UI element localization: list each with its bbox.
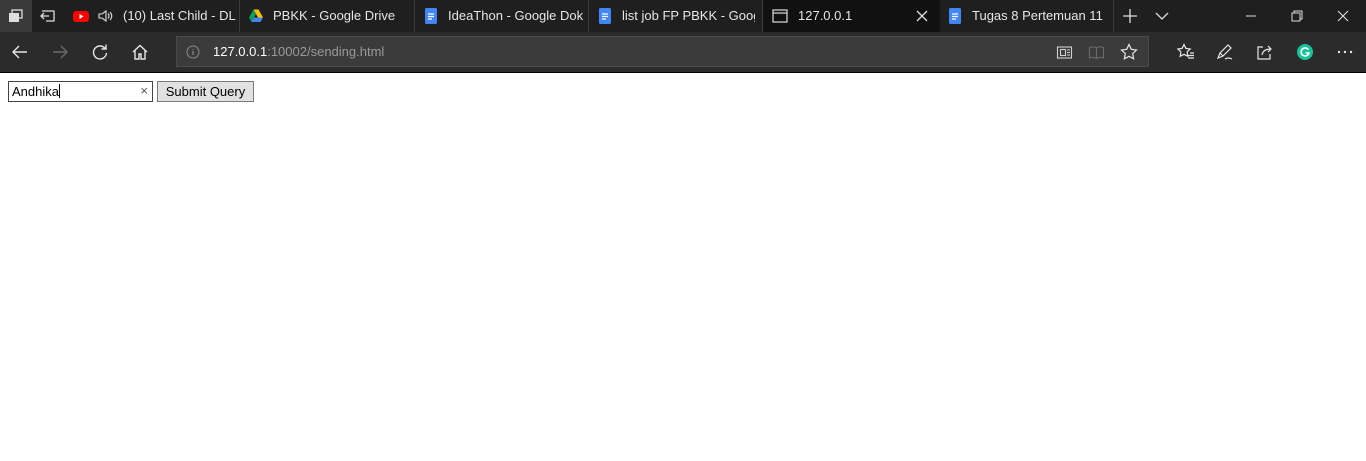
tabs-stack-icon [9,9,23,22]
grammarly-extension-button[interactable] [1289,36,1321,68]
google-docs-icon [425,8,437,24]
tab-strip: (10) Last Child - DL PBKK - Google Drive… [0,0,1366,32]
new-tab-button[interactable] [1114,0,1146,32]
favorite-star-icon[interactable] [1120,43,1138,61]
url-host: 127.0.0.1 [213,44,268,59]
close-window-button[interactable] [1320,0,1366,32]
tab-ideathon[interactable]: IdeaThon - Google Dok [415,0,589,32]
tab-title: PBKK - Google Drive [273,8,396,23]
tab-title: list job FP PBKK - Goog [622,8,755,23]
pen-icon [1216,44,1233,60]
forward-button[interactable] [44,36,76,68]
restore-button[interactable] [1274,0,1320,32]
close-icon [1337,10,1349,22]
favorites-button[interactable] [1170,36,1202,68]
web-notes-button[interactable] [1209,36,1241,68]
home-button[interactable] [124,36,156,68]
google-docs-icon [949,8,961,24]
home-icon [132,44,148,60]
navigation-toolbar: 127.0.0.1:10002/sending.html [0,32,1366,72]
chevron-down-icon [1155,12,1169,20]
tab-title: IdeaThon - Google Dok [448,8,584,23]
web-page-content: Andhika × Submit Query [0,73,1366,461]
minimize-button[interactable] [1228,0,1274,32]
reading-view-icon[interactable] [1088,44,1105,61]
input-value-text: Andhika [12,84,59,99]
set-tabs-aside-button[interactable] [32,0,64,32]
tab-tugas-8[interactable]: Tugas 8 Pertemuan 11 [940,0,1114,32]
forward-arrow-icon [53,45,68,59]
site-info-icon[interactable] [186,45,200,59]
more-dots-icon [1337,50,1353,54]
submit-query-button[interactable]: Submit Query [157,81,254,102]
plus-icon [1123,9,1137,23]
address-bar[interactable]: 127.0.0.1:10002/sending.html [176,36,1149,67]
name-text-input[interactable]: Andhika × [8,81,153,102]
page-icon [772,9,788,23]
clear-input-icon[interactable]: × [140,83,148,98]
tab-youtube[interactable]: (10) Last Child - DL [64,0,240,32]
refresh-icon [92,44,108,60]
share-icon [1257,45,1272,60]
input-value: Andhika [12,84,60,99]
share-button[interactable] [1249,36,1281,68]
tab-title: 127.0.0.1 [798,8,853,23]
back-arrow-icon [12,45,27,59]
google-docs-icon [599,8,611,24]
tab-google-drive[interactable]: PBKK - Google Drive [240,0,415,32]
refresh-button[interactable] [84,36,116,68]
tab-preview-button[interactable] [1146,0,1178,32]
speaker-audio-icon[interactable] [97,8,113,24]
tab-list-job[interactable]: list job FP PBKK - Goog [589,0,763,32]
close-tab-icon[interactable] [914,8,930,24]
minimize-icon [1246,15,1256,17]
grammarly-icon [1297,44,1313,60]
tab-actions-button[interactable] [0,0,32,32]
google-drive-icon [249,9,263,22]
favorites-icon [1177,43,1194,59]
url-text[interactable]: 127.0.0.1:10002/sending.html [213,44,384,59]
more-options-button[interactable] [1329,36,1361,68]
set-aside-icon [40,10,55,22]
tab-title: (10) Last Child - DL [123,8,236,23]
tab-title: Tugas 8 Pertemuan 11 [972,8,1103,23]
back-button[interactable] [4,36,36,68]
tab-localhost-active[interactable]: 127.0.0.1 [763,0,940,32]
youtube-icon [73,11,89,22]
url-path: :10002/sending.html [267,44,385,59]
restore-icon [1291,10,1303,22]
text-caret [58,84,60,98]
extension-icon[interactable] [1056,44,1073,61]
